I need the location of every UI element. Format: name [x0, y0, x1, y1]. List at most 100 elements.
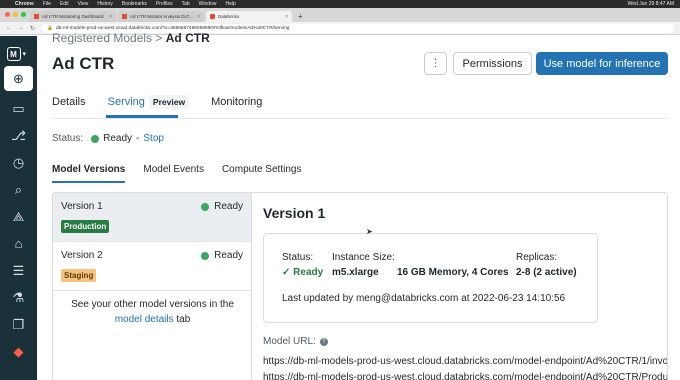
menu-view[interactable]: View [78, 1, 89, 7]
version-name: Version 2 [61, 250, 103, 261]
check-circle-icon: ✓ [282, 267, 291, 278]
browser-tab-strip: Ad CTR Monitoring Dashboard × Ad CTR Mon… [0, 8, 680, 22]
workspace-icon: M [6, 47, 21, 61]
browser-tab-label: Ad CTR Monitoring Dashboard [42, 14, 104, 19]
replicas-heading: Replicas: [516, 252, 558, 263]
zoom-window-icon[interactable] [21, 12, 26, 17]
preview-badge: Preview [148, 95, 190, 109]
left-sidebar: M ▾ ⊕ ▭ ⎇ ◷ ⌕ ⟁ ⌂ ☰ ⚗ ❐ ◆ [0, 36, 37, 380]
model-tabs: Details Serving Preview Monitoring [52, 95, 284, 116]
subtab-model-versions[interactable]: Model Versions [52, 164, 126, 183]
tab-details[interactable]: Details [52, 96, 86, 116]
recents-icon[interactable]: ◷ [0, 149, 37, 176]
lock-icon: 🔒 [47, 25, 54, 31]
version-detail: Version 1 Status: ✓ Ready Instance Size:… [263, 193, 667, 380]
close-tab-icon[interactable]: × [197, 14, 200, 20]
status-value: Ready [103, 133, 133, 144]
version-status-text: Ready [214, 250, 243, 261]
tabs-divider [52, 118, 668, 119]
workspace-icon[interactable]: ▭ [0, 95, 37, 122]
page-title: Ad CTR [52, 54, 115, 73]
minimize-window-icon[interactable] [13, 12, 18, 17]
subtab-compute-settings[interactable]: Compute Settings [222, 164, 302, 183]
back-icon[interactable]: ← [6, 25, 12, 31]
address-url: db-ml-models-prod-us-west.cloud.databric… [56, 25, 290, 31]
menu-app[interactable]: Chrome [15, 1, 34, 7]
window-controls [5, 12, 26, 17]
clock: Wed Jun 29 8:47 AM [627, 1, 674, 7]
version-name: Version 1 [61, 201, 103, 212]
serving-status: Status: Ready - Stop [52, 133, 164, 144]
databricks-favicon-icon [34, 14, 39, 19]
menu-tab[interactable]: Tab [182, 1, 190, 7]
model-url-line[interactable]: https://db-ml-models-prod-us-west.cloud.… [263, 372, 667, 380]
search-icon[interactable]: ⌕ [0, 176, 37, 203]
databricks-logo-icon[interactable]: ◆ [0, 338, 37, 365]
production-stage-badge: Production [61, 220, 110, 233]
close-tab-icon[interactable]: × [285, 14, 288, 20]
active-tab-indicator [106, 115, 178, 118]
menu-file[interactable]: File [43, 1, 51, 7]
browser-tab-2[interactable]: Ad CTR Monitor Analysis DLT Pipeli... × [118, 11, 204, 22]
breadcrumb-registered-models[interactable]: Registered Models [52, 31, 152, 45]
ready-dot-icon [201, 202, 210, 211]
other-versions-note: See your other model versions in the mod… [53, 297, 252, 327]
stop-serving-link[interactable]: Stop [143, 133, 164, 144]
menu-help[interactable]: Help [225, 1, 235, 7]
close-window-icon[interactable] [5, 12, 10, 17]
new-tab-icon[interactable]: + [294, 12, 307, 22]
more-actions-button[interactable]: ⋮ [424, 52, 447, 75]
breadcrumb-current: Ad CTR [165, 31, 210, 45]
tab-monitoring[interactable]: Monitoring [211, 96, 262, 116]
breadcrumb-separator: > [155, 31, 163, 45]
status-heading: Status: [282, 252, 314, 263]
model-url-line[interactable]: https://db-ml-models-prod-us-west.cloud.… [263, 356, 667, 367]
browser-tab-label: Ad CTR Monitor Analysis DLT Pipeli... [130, 14, 194, 19]
version-detail-title: Version 1 [263, 205, 326, 221]
endpoint-info-card: Status: ✓ Ready Instance Size: m5.xlarge… [263, 233, 598, 323]
version-list: Version 1 Ready Production Version 2 Rea… [53, 193, 252, 380]
other-versions-suffix: tab [176, 314, 191, 325]
compute-icon[interactable]: ☰ [0, 257, 37, 284]
forward-icon[interactable]: → [18, 25, 24, 31]
menu-history[interactable]: History [97, 1, 113, 7]
versions-panel: Version 1 Ready Production Version 2 Rea… [52, 192, 668, 380]
tab-serving[interactable]: Serving Preview [107, 95, 190, 116]
replicas-value: 2-8 (2 active) [516, 267, 577, 278]
menu-bookmarks[interactable]: Bookmarks [122, 1, 147, 7]
tab-serving-label: Serving [107, 96, 145, 108]
create-icon[interactable]: ⊕ [4, 66, 33, 91]
menu-profiles[interactable]: Profiles [156, 1, 173, 7]
breadcrumb: Registered Models > Ad CTR [52, 31, 210, 45]
permissions-button[interactable]: Permissions [453, 52, 532, 75]
other-versions-text: See your other model versions in the [71, 299, 234, 310]
use-model-for-inference-button[interactable]: Use model for inference [536, 52, 668, 75]
system-menubar: Chrome File Edit View History Bookmarks … [0, 0, 680, 8]
feature-store-icon[interactable]: ⟁ [0, 203, 37, 230]
tab-details-label: Details [52, 96, 86, 108]
caret-down-icon: ▾ [22, 51, 27, 58]
version-status: Ready [201, 250, 243, 261]
workspace-switcher[interactable]: M ▾ [6, 46, 31, 62]
model-details-link[interactable]: model details [115, 314, 174, 325]
endpoint-status-text: Ready [293, 267, 324, 278]
instance-size-heading: Instance Size: [332, 252, 395, 263]
menu-window[interactable]: Window [199, 1, 217, 7]
models-icon[interactable]: ⌂ [0, 230, 37, 257]
reload-icon[interactable]: ↻ [30, 25, 35, 32]
last-updated: Last updated by meng@databricks.com at 2… [282, 293, 566, 304]
version-list-item[interactable]: Version 1 Ready Production [53, 193, 251, 242]
browser-tab-3[interactable]: Databricks × [206, 11, 292, 22]
version-list-item[interactable]: Version 2 Ready Staging [53, 242, 251, 291]
jobs-icon[interactable]: ❐ [0, 311, 37, 338]
mouse-pointer-icon: ➤ [366, 227, 373, 236]
close-tab-icon[interactable]: × [109, 14, 112, 20]
repos-icon[interactable]: ⎇ [0, 122, 37, 149]
help-icon[interactable]: ? [319, 337, 328, 346]
instance-type: m5.xlarge [332, 267, 379, 278]
experiments-icon[interactable]: ⚗ [0, 284, 37, 311]
subtab-model-events[interactable]: Model Events [143, 164, 204, 183]
browser-tab-1[interactable]: Ad CTR Monitoring Dashboard × [30, 11, 116, 22]
menu-edit[interactable]: Edit [60, 1, 69, 7]
databricks-favicon-icon [210, 14, 215, 19]
